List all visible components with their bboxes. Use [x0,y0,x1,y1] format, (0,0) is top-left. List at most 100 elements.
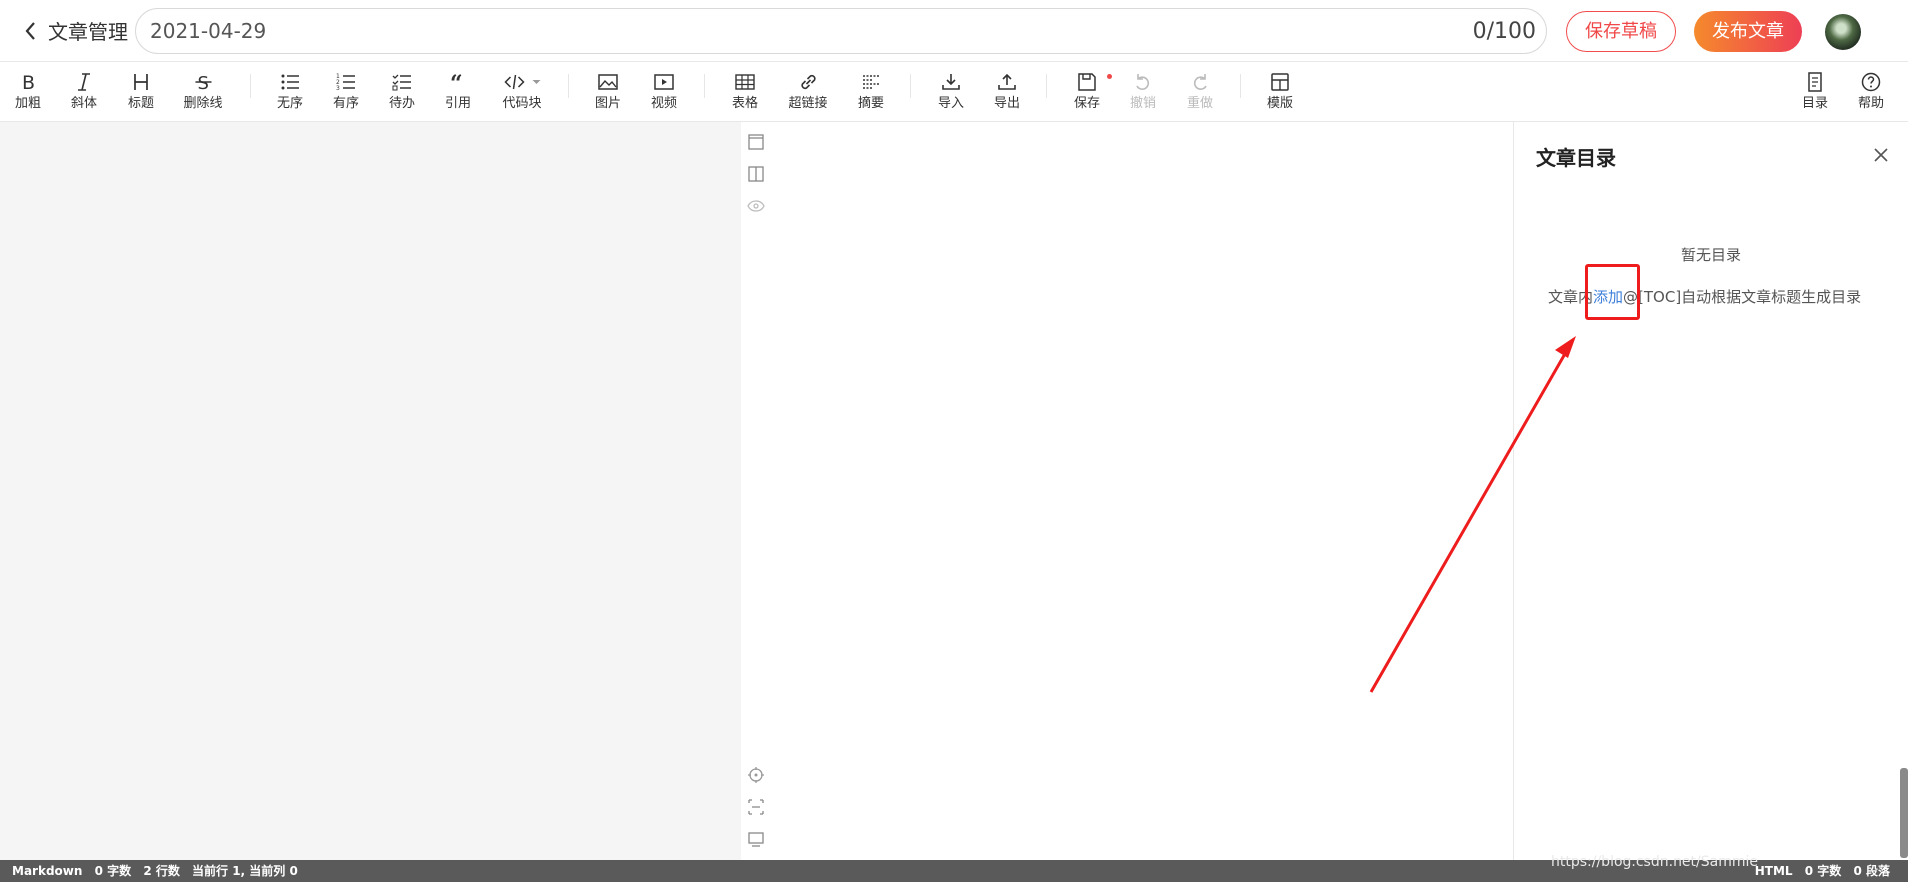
strikethrough-tool[interactable]: S 删除线 [183,68,222,112]
toolbar-divider [1240,74,1241,98]
split-view-icon [748,166,764,182]
scrollbar-handle[interactable] [1900,768,1908,858]
fullscreen-button[interactable] [741,823,771,855]
status-right-mode: HTML [1754,864,1793,878]
redo-label: 重做 [1186,96,1214,111]
help-tool[interactable]: 帮助 [1858,68,1884,112]
toolbar-divider [910,74,911,98]
link-icon [800,74,816,90]
status-left: Markdown 0 字数 2 行数 当前行 1, 当前列 0 [12,860,306,882]
bold-icon: B [22,72,35,93]
image-tool[interactable]: 图片 [595,68,621,112]
preview-toggle[interactable] [741,190,771,222]
save-tool[interactable]: 保存 [1073,68,1113,112]
export-tool[interactable]: 导出 [994,68,1020,112]
save-icon [1078,73,1096,91]
quote-icon: “ [450,71,463,93]
markdown-editor[interactable] [0,122,741,860]
status-right-words: 0 字数 [1804,864,1842,878]
status-cursor: 当前行 1, 当前列 0 [192,864,298,878]
ordered-list-tool[interactable]: 123 有序 [333,68,359,112]
toc-hint-suffix: @[TOC]自动根据文章标题生成目录 [1623,288,1862,306]
title-char-count: 0/100 [1472,19,1536,44]
status-mode: Markdown [12,864,83,878]
italic-tool[interactable]: 斜体 [71,68,97,112]
template-tool[interactable]: 模版 [1267,68,1293,112]
strikethrough-icon: S [194,73,211,93]
video-icon [654,74,674,90]
preview-bottom-tools [741,759,771,855]
toc-label: 目录 [1801,96,1829,111]
summary-icon [862,75,879,89]
link-label: 超链接 [788,96,828,111]
toolbar-divider [250,74,251,98]
numbered-list-icon: 123 [336,73,355,92]
sync-scroll-button[interactable] [741,759,771,791]
ordered-list-label: 有序 [332,96,360,111]
undo-tool[interactable]: 撤销 [1130,68,1156,112]
svg-text:S: S [197,73,208,93]
expand-icon [748,799,764,815]
video-tool[interactable]: 视频 [651,68,677,112]
help-icon [1861,72,1881,92]
toolbar-divider [568,74,569,98]
link-tool[interactable]: 超链接 [788,68,828,112]
save-draft-button[interactable]: 保存草稿 [1566,11,1676,52]
title-field[interactable]: 0/100 [135,8,1547,54]
italic-label: 斜体 [70,96,98,111]
status-word-count: 0 字数 [94,864,132,878]
redo-tool[interactable]: 重做 [1187,68,1213,112]
monitor-icon [748,832,764,847]
heading-icon [134,74,148,90]
avatar[interactable] [1825,14,1861,50]
back-to-articles[interactable]: 文章管理 [22,16,128,45]
heading-tool[interactable]: 标题 [128,68,154,112]
close-icon[interactable] [1872,146,1890,164]
unordered-list-tool[interactable]: 无序 [277,68,303,112]
preview-pane [741,122,1513,860]
status-right: HTML 0 字数 0 段落 [1747,860,1890,882]
editor-only-toggle[interactable] [741,126,771,158]
toolbar-divider [704,74,705,98]
toc-tool[interactable]: 目录 [1802,68,1828,112]
back-label: 文章管理 [48,20,128,44]
unordered-list-label: 无序 [276,96,304,111]
editor-toolbar: B 加粗 斜体 标题 S 删除线 无序 123 有序 待办 “ 引用 代码块 图… [0,62,1908,122]
template-label: 模版 [1266,96,1294,111]
preview-top-tools [741,126,771,222]
quote-tool[interactable]: “ 引用 [445,68,471,112]
table-tool[interactable]: 表格 [732,68,758,112]
eye-icon [747,200,765,212]
code-block-label: 代码块 [502,96,542,111]
svg-text:“: “ [450,71,463,93]
toolbar-divider [1046,74,1047,98]
bold-tool[interactable]: B 加粗 [15,68,41,112]
todo-tool[interactable]: 待办 [389,68,415,112]
code-block-tool[interactable]: 代码块 [502,68,542,112]
quote-label: 引用 [444,96,472,111]
caret-down-icon [531,80,540,84]
publish-button[interactable]: 发布文章 [1694,11,1802,52]
video-label: 视频 [650,96,678,111]
export-label: 导出 [993,96,1021,111]
import-tool[interactable]: 导入 [938,68,964,112]
template-icon [1271,73,1289,91]
help-label: 帮助 [1857,96,1885,111]
summary-tool[interactable]: 摘要 [858,68,884,112]
toc-panel: 文章目录 暂无目录 文章内添加@[TOC]自动根据文章标题生成目录 [1513,122,1908,860]
highlight-box [1585,264,1640,320]
todo-label: 待办 [388,96,416,111]
fit-width-button[interactable] [741,791,771,823]
status-line-count: 2 行数 [143,864,180,878]
toc-title: 文章目录 [1536,146,1616,170]
watermark-text: https://blog.csdn.net/Sammie [1551,854,1758,870]
heading-label: 标题 [127,96,155,111]
split-view-toggle[interactable] [741,158,771,190]
download-icon [942,74,960,90]
table-icon [735,74,755,90]
title-input[interactable] [150,17,1350,45]
save-label: 保存 [1073,96,1101,111]
document-icon [1808,72,1822,92]
status-right-paragraphs: 0 段落 [1853,864,1890,878]
panel-icon [748,134,764,150]
